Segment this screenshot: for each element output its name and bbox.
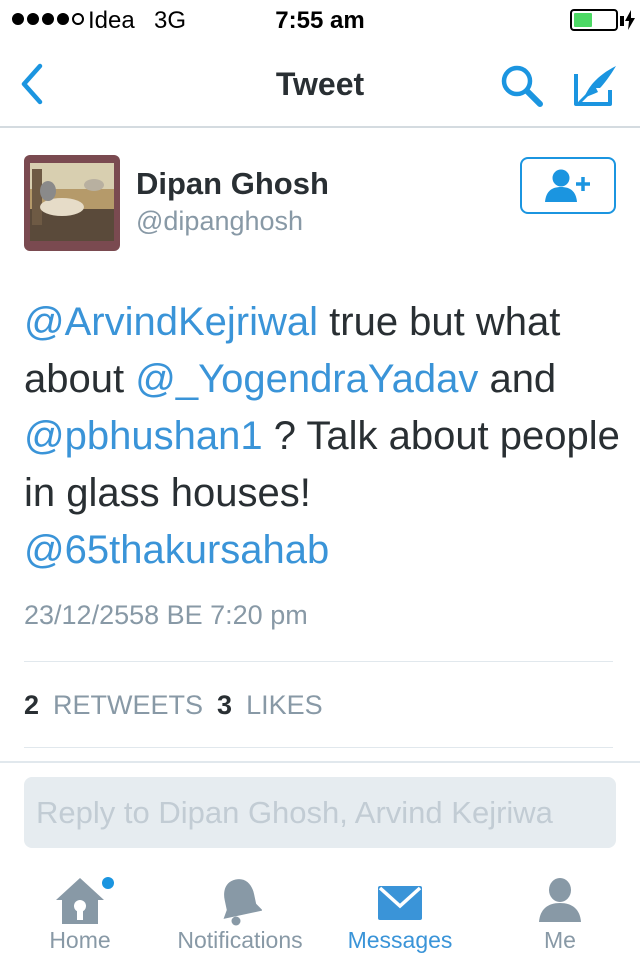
avatar[interactable]	[24, 155, 120, 251]
divider	[24, 661, 613, 662]
mention-link[interactable]: @ArvindKejriwal	[24, 300, 318, 344]
author-name[interactable]: Dipan Ghosh	[136, 166, 329, 202]
bell-icon	[223, 879, 262, 926]
home-icon	[56, 878, 104, 924]
status-time: 7:55 am	[275, 7, 365, 34]
tab-label: Messages	[347, 927, 453, 953]
mention-link[interactable]: @pbhushan1	[24, 414, 263, 458]
reply-input[interactable]: Reply to Dipan Ghosh, Arvind Kejriwa	[24, 777, 616, 848]
tab-label: Notifications	[177, 927, 303, 953]
divider	[24, 747, 613, 748]
retweet-count[interactable]: 2	[24, 690, 39, 720]
charging-bolt-icon	[625, 10, 635, 30]
tweet-timestamp: 23/12/2558 BE 7:20 pm	[24, 600, 308, 630]
mention-link[interactable]: @65thakursahab	[24, 528, 329, 572]
retweet-label[interactable]: RETWEETS	[53, 690, 203, 720]
search-icon[interactable]	[498, 62, 546, 110]
mention-link[interactable]: @_YogendraYadav	[135, 357, 478, 401]
compose-icon[interactable]	[570, 62, 622, 110]
add-user-icon	[545, 169, 590, 202]
follow-button[interactable]	[520, 157, 616, 214]
section-separator	[0, 761, 640, 763]
notification-badge	[102, 877, 114, 889]
status-bar: Idea 3G 7:55 am	[0, 0, 640, 40]
tab-me[interactable]: Me	[480, 870, 640, 960]
tab-label: Me	[544, 927, 576, 953]
tab-notifications[interactable]: Notifications	[160, 870, 320, 960]
like-count[interactable]: 3	[217, 690, 232, 720]
tweet-text-segment: and	[478, 357, 557, 401]
like-label[interactable]: LIKES	[246, 690, 323, 720]
person-icon	[539, 878, 581, 922]
author-handle[interactable]: @dipanghosh	[136, 206, 303, 237]
tweet-text: @ArvindKejriwal true but what about @_Yo…	[24, 294, 624, 579]
tweet-stats: 2 RETWEETS 3 LIKES	[24, 690, 323, 721]
nav-bar: Tweet	[0, 40, 640, 128]
tab-home[interactable]: Home	[0, 870, 160, 960]
tab-label: Home	[49, 927, 111, 953]
battery-icon	[570, 9, 618, 31]
tab-messages[interactable]: Messages	[320, 870, 480, 960]
envelope-icon	[378, 886, 422, 920]
